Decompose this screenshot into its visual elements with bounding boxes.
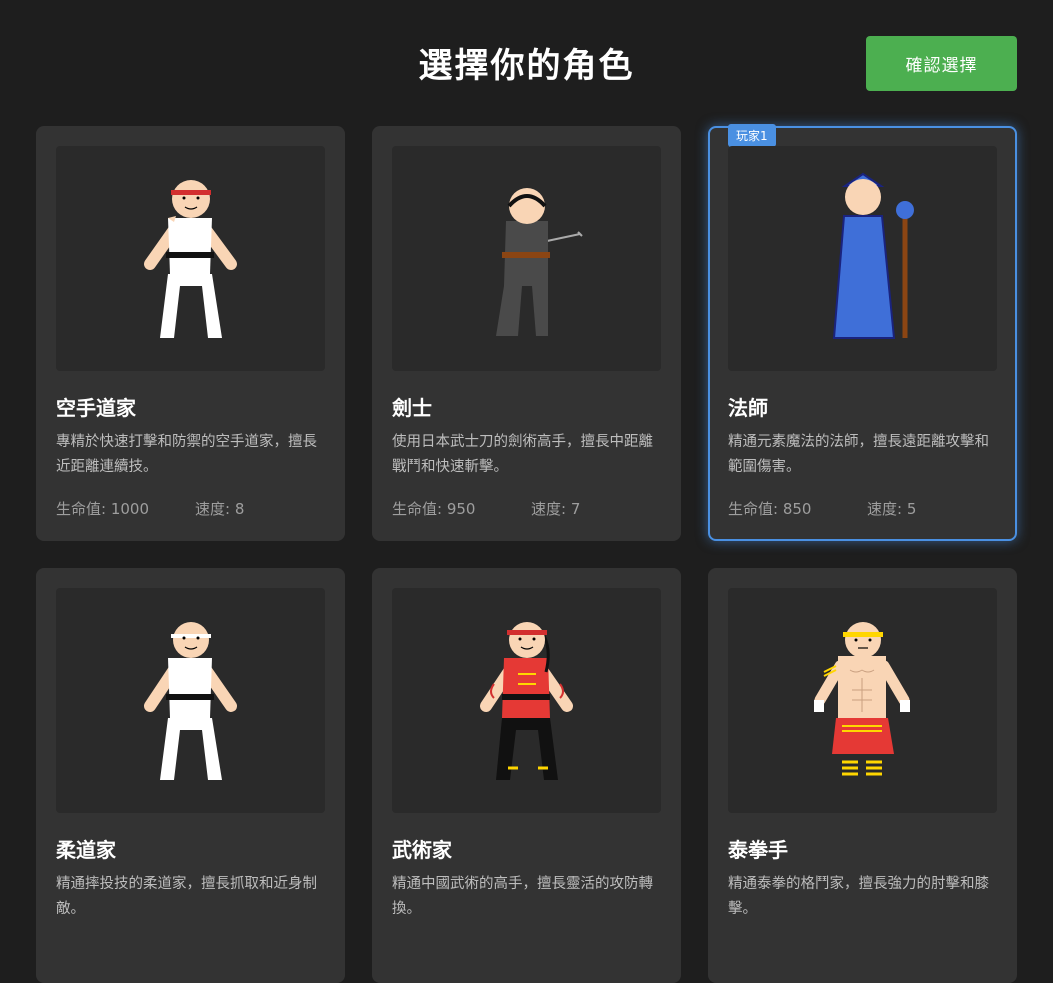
character-name: 劍士: [392, 396, 432, 420]
hp-stat: 生命值: 850: [728, 500, 812, 518]
swordsman-figure-icon: [496, 188, 583, 336]
character-portrait: [56, 146, 325, 371]
character-description: 精通中國武術的高手，擅長靈活的攻防轉換。: [392, 876, 653, 917]
speed-stat: 速度: 8: [195, 500, 245, 518]
character-description: 精通泰拳的格鬥家，擅長強力的肘擊和膝擊。: [728, 876, 989, 917]
hp-stat: 生命值: 950: [392, 500, 476, 518]
kungfu-figure-icon: [480, 622, 573, 780]
character-card-swordsman[interactable]: 劍士 使用日本武士刀的劍術高手，擅長中距離戰鬥和快速斬擊。 生命值: 950 速…: [372, 126, 681, 541]
character-card-muaythai[interactable]: 泰拳手 精通泰拳的格鬥家，擅長強力的肘擊和膝擊。: [708, 568, 1017, 983]
character-description: 精通摔投技的柔道家，擅長抓取和近身制敵。: [56, 876, 317, 917]
character-description: 精通元素魔法的法師，擅長遠距離攻擊和範圍傷害。: [728, 434, 989, 475]
character-name: 泰拳手: [728, 838, 788, 862]
speed-stat: 速度: 7: [531, 500, 581, 518]
character-name: 空手道家: [56, 396, 136, 420]
character-description: 專精於快速打擊和防禦的空手道家，擅長近距離連續技。: [56, 434, 317, 475]
hp-stat: 生命值: 1000: [56, 500, 149, 518]
character-description: 使用日本武士刀的劍術高手，擅長中距離戰鬥和快速斬擊。: [392, 434, 653, 475]
player-badge: 玩家1: [728, 124, 776, 147]
character-portrait: [728, 588, 997, 813]
character-stats: 生命值: 1000 速度: 8: [56, 498, 244, 519]
character-name: 柔道家: [56, 838, 116, 862]
judoka-figure-icon: [144, 622, 237, 780]
character-card-mage[interactable]: 玩家1 法師 精通元素魔法的法師，擅長遠距離攻擊和範圍傷害。 生命值: 850 …: [708, 124, 1017, 541]
character-stats: 生命值: 950 速度: 7: [392, 498, 580, 519]
muaythai-figure-icon: [814, 622, 910, 776]
karateka-figure-icon: [144, 180, 237, 338]
character-portrait: [728, 146, 997, 371]
speed-stat: 速度: 5: [867, 500, 917, 518]
character-portrait: [392, 588, 661, 813]
character-name: 法師: [728, 396, 768, 420]
confirm-button[interactable]: 確認選擇: [866, 36, 1017, 91]
mage-figure-icon: [832, 172, 914, 339]
character-card-judoka[interactable]: 柔道家 精通摔投技的柔道家，擅長抓取和近身制敵。: [36, 568, 345, 983]
character-name: 武術家: [392, 838, 452, 862]
character-stats: 生命值: 850 速度: 5: [728, 498, 916, 519]
character-portrait: [392, 146, 661, 371]
character-card-kungfu[interactable]: 武術家 精通中國武術的高手，擅長靈活的攻防轉換。: [372, 568, 681, 983]
character-portrait: [56, 588, 325, 813]
character-card-karateka[interactable]: 空手道家 專精於快速打擊和防禦的空手道家，擅長近距離連續技。 生命值: 1000…: [36, 126, 345, 541]
